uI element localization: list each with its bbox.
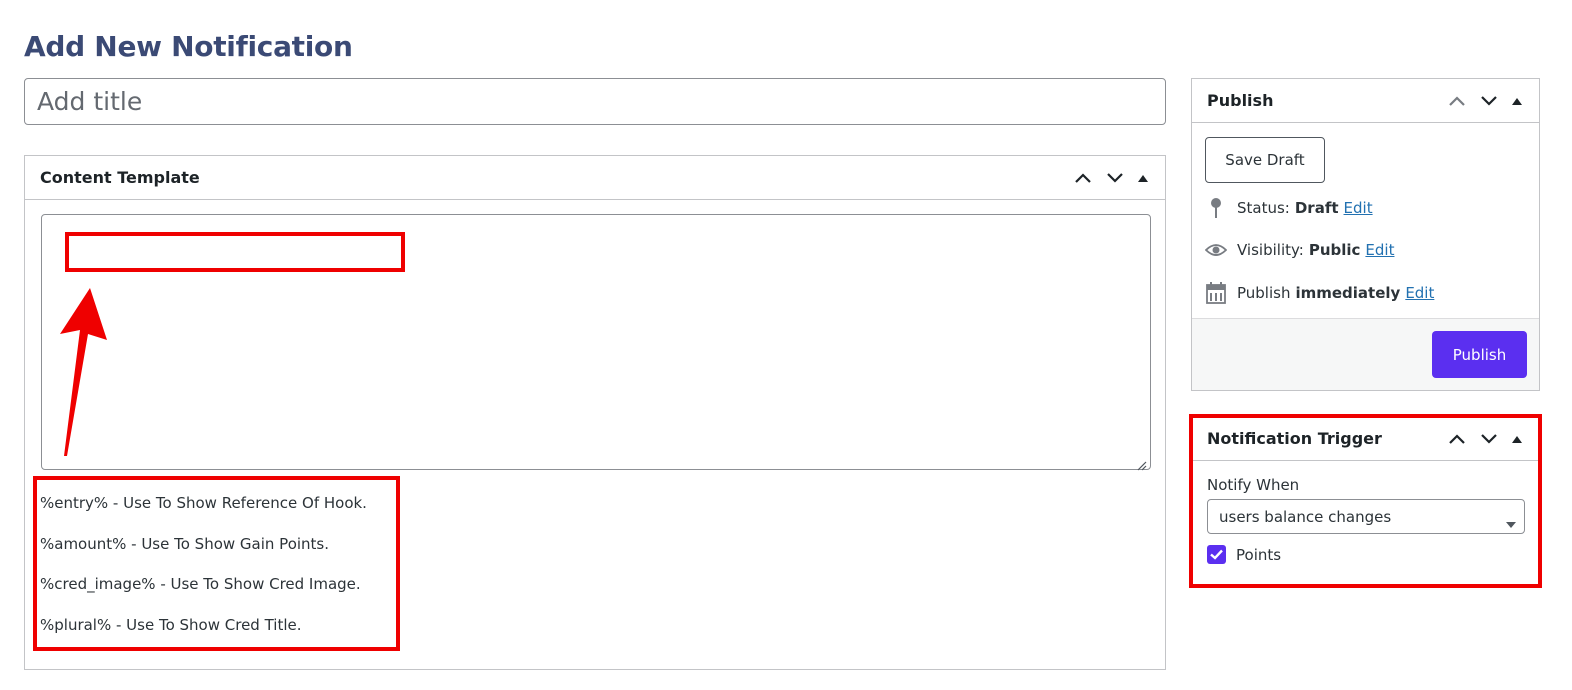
triangle-up-icon[interactable] <box>1507 87 1527 115</box>
publish-handle-actions <box>1443 79 1527 123</box>
visibility-row: Visibility: Public Edit <box>1205 239 1394 261</box>
schedule-row: Publish immediately Edit <box>1205 282 1434 304</box>
content-template-title: Content Template <box>40 168 200 187</box>
status-edit-link[interactable]: Edit <box>1344 199 1373 217</box>
calendar-icon <box>1205 282 1227 304</box>
publish-actions: Publish <box>1192 318 1539 390</box>
triangle-up-icon[interactable] <box>1133 164 1153 192</box>
visibility-value: Public <box>1308 241 1361 259</box>
content-template-metabox: Content Template %entry% - Use To Show R… <box>24 155 1166 670</box>
chevron-down-icon[interactable] <box>1475 87 1503 115</box>
status-label: Status: <box>1237 199 1290 217</box>
content-template-header: Content Template <box>25 156 1165 200</box>
annotation-trigger-box <box>1189 414 1542 588</box>
visibility-label: Visibility: <box>1237 241 1304 259</box>
publish-title: Publish <box>1207 91 1274 110</box>
publish-metabox: Publish Save Draft Status: Draft Edit Vi… <box>1191 78 1540 391</box>
publish-button[interactable]: Publish <box>1432 331 1527 378</box>
content-template-handle-actions <box>1069 156 1153 200</box>
eye-icon <box>1205 239 1227 261</box>
help-line-plural: %plural% - Use To Show Cred Title. <box>40 616 302 634</box>
help-line-amount: %amount% - Use To Show Gain Points. <box>40 535 330 553</box>
annotation-arrow-icon <box>60 288 107 456</box>
status-row: Status: Draft Edit <box>1205 197 1373 219</box>
chevron-up-icon[interactable] <box>1069 164 1097 192</box>
help-line-cred-image: %cred_image% - Use To Show Cred Image. <box>40 575 361 593</box>
schedule-edit-link[interactable]: Edit <box>1405 284 1434 302</box>
save-draft-button[interactable]: Save Draft <box>1205 137 1325 183</box>
page-title: Add New Notification <box>24 30 353 63</box>
pin-icon <box>1205 197 1227 219</box>
chevron-down-icon[interactable] <box>1101 164 1129 192</box>
publish-header: Publish <box>1192 79 1539 123</box>
schedule-label: Publish <box>1237 284 1291 302</box>
annotation-highlight-box <box>65 232 405 272</box>
status-value: Draft <box>1294 199 1339 217</box>
resize-grip-icon[interactable] <box>1137 456 1147 471</box>
schedule-value: immediately <box>1295 284 1401 302</box>
help-line-entry: %entry% - Use To Show Reference Of Hook. <box>40 494 367 512</box>
visibility-edit-link[interactable]: Edit <box>1365 241 1394 259</box>
title-input[interactable] <box>24 78 1166 125</box>
chevron-up-icon[interactable] <box>1443 87 1471 115</box>
